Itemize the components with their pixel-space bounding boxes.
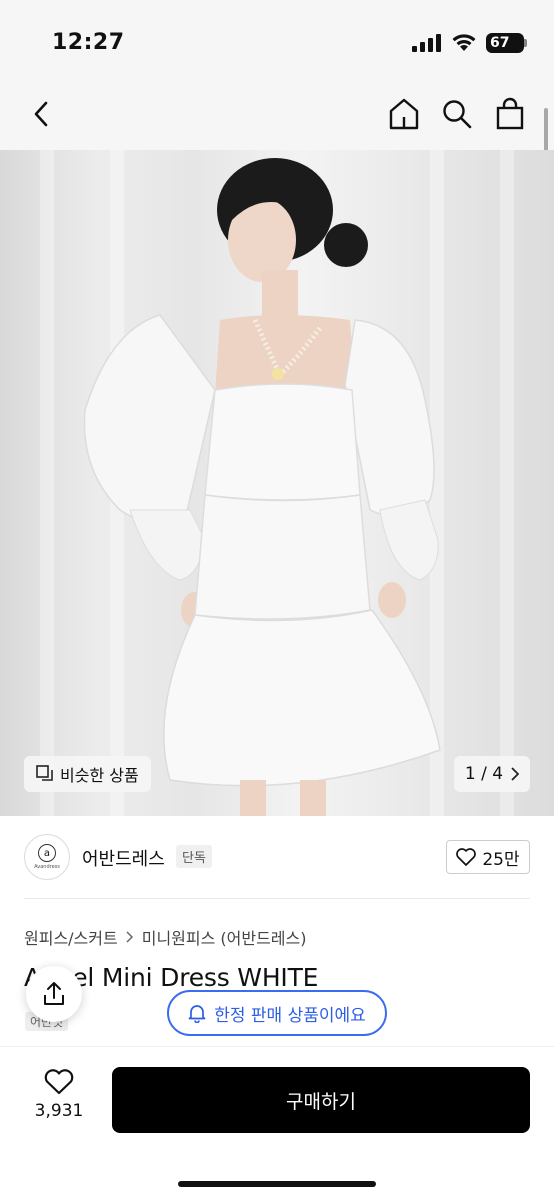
- heart-icon: [44, 1069, 74, 1095]
- chevron-right-icon: [126, 931, 133, 943]
- brand-row: a Avandress 어반드레스 단독 25만: [0, 816, 554, 900]
- brand-like-count: 25만: [482, 849, 520, 870]
- chevron-right-icon: [511, 767, 520, 781]
- bottom-action-bar: 3,931 구매하기: [0, 1046, 554, 1201]
- chevron-left-icon: [34, 101, 48, 127]
- breadcrumb-category[interactable]: 원피스/스커트: [24, 925, 118, 949]
- status-time: 12:27: [52, 30, 125, 55]
- model-photo: [83, 158, 441, 816]
- top-nav: [0, 80, 554, 150]
- breadcrumb-subcategory[interactable]: 미니원피스 (어반드레스): [142, 925, 307, 949]
- product-like-count: 3,931: [34, 1101, 84, 1121]
- home-icon: [389, 98, 419, 130]
- breadcrumb: 원피스/스커트 미니원피스 (어반드레스): [24, 925, 307, 949]
- copy-squares-icon: [36, 765, 53, 781]
- home-indicator: [178, 1181, 376, 1187]
- status-bar: 12:27 67: [0, 0, 554, 80]
- limited-sale-label: 한정 판매 상품이에요: [214, 1005, 366, 1026]
- product-like-button[interactable]: 3,931: [30, 1069, 88, 1121]
- brand-logo[interactable]: a Avandress: [24, 834, 70, 880]
- product-image-carousel[interactable]: 비슷한 상품 1 / 4: [0, 150, 554, 816]
- brand-logo-sub: Avandress: [34, 864, 60, 870]
- bell-icon: [188, 1005, 206, 1023]
- divider: [24, 898, 530, 899]
- brand-name[interactable]: 어반드레스: [82, 845, 165, 871]
- cart-button[interactable]: [490, 94, 530, 134]
- search-button[interactable]: [437, 94, 477, 134]
- exclusive-badge: 단독: [176, 845, 212, 868]
- similar-products-label: 비슷한 상품: [60, 766, 139, 785]
- limited-sale-notice[interactable]: 한정 판매 상품이에요: [167, 990, 387, 1036]
- image-pager[interactable]: 1 / 4: [454, 756, 530, 792]
- battery-icon: 67: [486, 33, 524, 53]
- share-icon: [44, 982, 64, 1005]
- buy-button[interactable]: 구매하기: [112, 1067, 530, 1133]
- similar-products-button[interactable]: 비슷한 상품: [24, 756, 151, 792]
- cellular-signal-icon: [412, 34, 441, 52]
- share-button[interactable]: [26, 966, 82, 1022]
- brand-logo-mark: a: [38, 844, 56, 862]
- page-indicator: 1 / 4: [464, 764, 504, 784]
- brand-like-button[interactable]: 25만: [446, 840, 530, 874]
- back-button[interactable]: [22, 94, 62, 134]
- home-button[interactable]: [384, 94, 424, 134]
- search-icon: [443, 100, 472, 129]
- heart-icon: [456, 848, 477, 866]
- wifi-icon: [452, 34, 476, 51]
- shopping-bag-icon: [496, 97, 524, 130]
- battery-cap: [524, 39, 527, 47]
